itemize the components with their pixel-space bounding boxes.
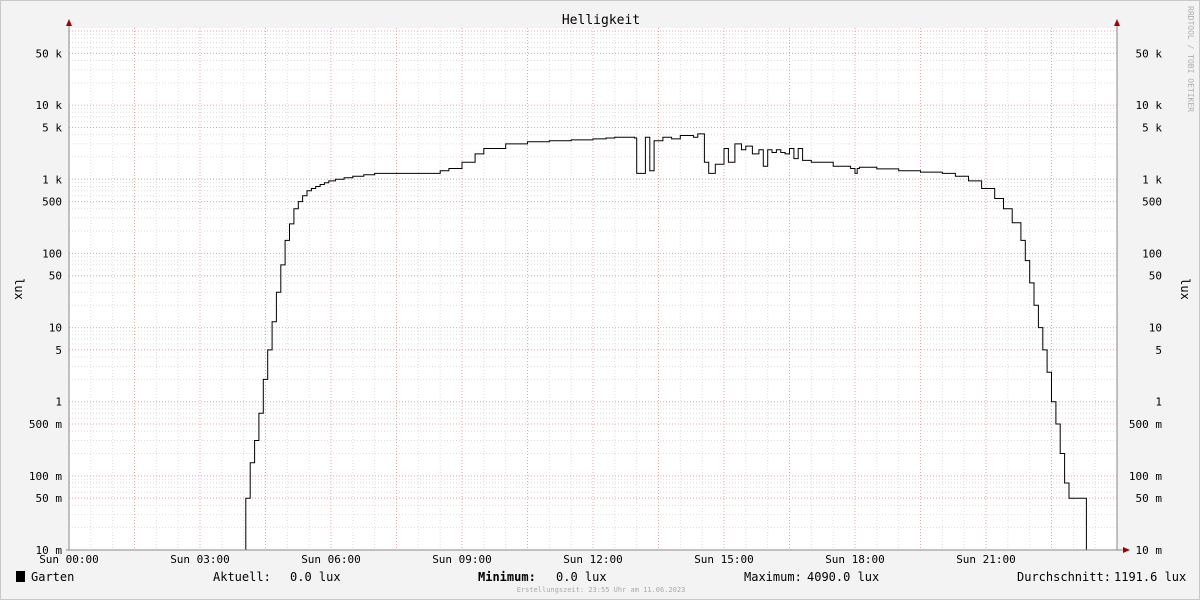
y-tick-label-left: 5 k bbox=[42, 121, 62, 134]
y-tick-label-right: 5 k bbox=[1142, 121, 1162, 134]
y-tick-label-left: 100 m bbox=[29, 470, 62, 483]
y-axis-arrow-right bbox=[1114, 19, 1120, 26]
y-tick-label-left: 500 m bbox=[29, 418, 62, 431]
y-axis-arrow-left bbox=[66, 19, 72, 26]
y-tick-label-left: 50 k bbox=[36, 47, 63, 60]
x-tick-label: Sun 00:00 bbox=[39, 553, 99, 566]
y-tick-label-left: 50 bbox=[49, 270, 62, 283]
y-tick-label-left: 10 k bbox=[36, 99, 63, 112]
x-tick-label: Sun 12:00 bbox=[563, 553, 623, 566]
y-tick-label-right: 10 k bbox=[1136, 99, 1163, 112]
y-tick-label-left: 1 bbox=[55, 396, 62, 409]
legend-minimum-label: Minimum: bbox=[478, 570, 536, 584]
y-tick-label-right: 1 bbox=[1155, 396, 1162, 409]
y-tick-label-right: 50 k bbox=[1136, 47, 1163, 60]
y-tick-label-left: 5 bbox=[55, 344, 62, 357]
y-tick-label-right: 10 m bbox=[1136, 544, 1163, 557]
y-tick-label-right: 500 m bbox=[1129, 418, 1162, 431]
x-axis-arrow bbox=[1123, 547, 1130, 553]
x-tick-label: Sun 06:00 bbox=[301, 553, 361, 566]
chart-title: Helligkeit bbox=[562, 13, 640, 28]
x-tick-label: Sun 03:00 bbox=[170, 553, 230, 566]
legend-maximum-value: 4090.0 lux bbox=[807, 570, 880, 584]
y-axis-label-right: lux bbox=[1178, 278, 1192, 300]
x-tick-label: Sun 15:00 bbox=[694, 553, 754, 566]
legend-aktuell-label: Aktuell: bbox=[213, 570, 271, 584]
legend-avg-value: 1191.6 lux bbox=[1114, 570, 1187, 584]
y-tick-label-right: 100 bbox=[1142, 247, 1162, 260]
y-tick-label-left: 10 bbox=[49, 322, 62, 335]
x-tick-label: Sun 21:00 bbox=[956, 553, 1016, 566]
y-tick-label-right: 100 m bbox=[1129, 470, 1162, 483]
chart-frame: 50 k 10 k 5 k 1 k 500 100 50 10 5 1 500 m 100 m 50 m… bbox=[0, 0, 1200, 600]
y-tick-label-left: 50 m bbox=[36, 492, 63, 505]
y-tick-label-right: 500 bbox=[1142, 196, 1162, 209]
legend-minimum-value: 0.0 lux bbox=[556, 570, 607, 584]
y-tick-label-right: 5 bbox=[1155, 344, 1162, 357]
y-tick-label-right: 1 k bbox=[1142, 173, 1162, 186]
x-tick-label: Sun 18:00 bbox=[825, 553, 885, 566]
footer-timestamp: Erstellungszeit: 23:55 Uhr am 11.06.2023 bbox=[516, 586, 686, 594]
watermark: RRDTOOL / TOBI OETIKER bbox=[1186, 6, 1195, 112]
chart: 50 k 10 k 5 k 1 k 500 100 50 10 5 1 500 m 100 m 50 m… bbox=[12, 6, 1195, 566]
legend-maximum-label: Maximum: bbox=[744, 570, 802, 584]
legend-series-name: Garten bbox=[31, 570, 75, 584]
y-tick-label-right: 50 m bbox=[1136, 492, 1163, 505]
y-tick-label-left: 500 bbox=[42, 196, 62, 209]
y-tick-label-left: 100 bbox=[42, 247, 62, 260]
legend-aktuell-value: 0.0 lux bbox=[290, 570, 341, 584]
y-tick-label-right: 50 bbox=[1149, 270, 1162, 283]
y-tick-label-left: 1 k bbox=[42, 173, 62, 186]
y-tick-label-right: 10 bbox=[1149, 322, 1162, 335]
y-axis-label-left: lux bbox=[12, 278, 26, 300]
legend-avg-label: Durchschnitt: bbox=[1017, 570, 1111, 584]
x-tick-label: Sun 09:00 bbox=[432, 553, 492, 566]
legend-swatch-garten bbox=[16, 571, 25, 582]
legend-row: Garten Aktuell: 0.0 lux Minimum: 0.0 lux… bbox=[1, 568, 1200, 586]
